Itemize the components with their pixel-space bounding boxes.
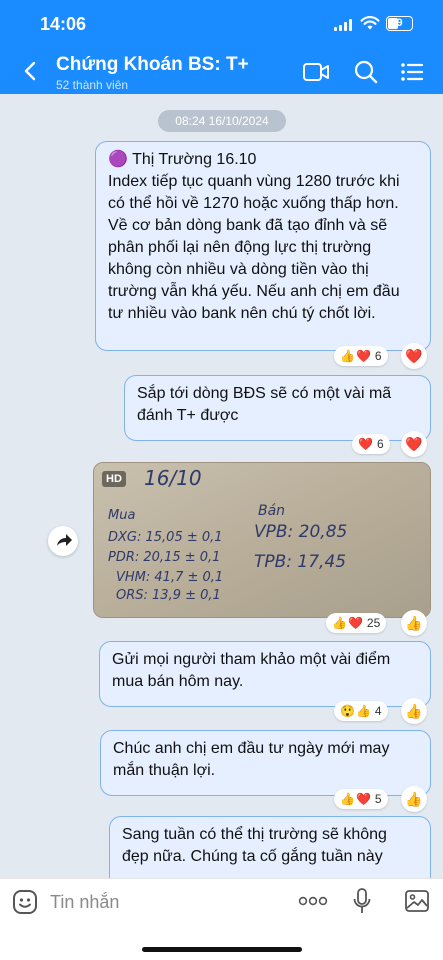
handwritten-note-image: 16/10 Mua DXG: 15,05 ± 0,1 PDR: 20,15 ± … bbox=[94, 463, 430, 617]
note-buy-line: PDR: 20,15 ± 0,1 bbox=[108, 550, 220, 565]
heart-reaction-icon: ❤️ bbox=[355, 349, 371, 363]
reaction-summary[interactable]: 👍 ❤️ 5 bbox=[334, 789, 388, 809]
heart-reaction-icon: ❤️ bbox=[347, 616, 363, 630]
microphone-icon[interactable] bbox=[352, 887, 372, 915]
reaction-summary[interactable]: 👍 ❤️ 25 bbox=[326, 613, 387, 633]
cellular-signal-icon bbox=[334, 19, 356, 31]
like-reaction-icon: 👍 bbox=[332, 616, 347, 630]
message-bubble[interactable]: Chúc anh chị em đầu tư ngày mới may mắn … bbox=[100, 730, 431, 796]
wifi-icon bbox=[360, 16, 380, 30]
image-message[interactable]: 16/10 Mua DXG: 15,05 ± 0,1 PDR: 20,15 ± … bbox=[93, 462, 431, 618]
heart-reaction-icon: ❤️ bbox=[358, 437, 373, 451]
message-bubble[interactable]: Sang tuần có thể thị trường sẽ không đẹp… bbox=[109, 816, 431, 878]
like-reaction-icon: 👍 bbox=[340, 792, 355, 806]
like-react-button[interactable]: 👍 bbox=[401, 786, 427, 812]
message-bubble[interactable]: Gửi mọi người tham khảo một vài điểm mua… bbox=[99, 641, 431, 707]
reaction-count: 5 bbox=[374, 792, 382, 806]
back-arrow-icon[interactable] bbox=[20, 60, 42, 82]
note-sell-line: VPB: 20,85 bbox=[254, 522, 347, 542]
status-bar: 14:06 9 bbox=[0, 0, 443, 50]
heart-reaction-icon: ❤️ bbox=[355, 792, 371, 806]
note-sell-line: TPB: 17,45 bbox=[254, 552, 346, 572]
note-date: 16/10 bbox=[144, 466, 202, 490]
message-bubble[interactable]: Sắp tới dòng BĐS sẽ có một vài mã đánh T… bbox=[124, 375, 431, 441]
message-bubble[interactable]: 🟣 Thị Trường 16.10 Index tiếp tục quanh … bbox=[95, 141, 431, 351]
heart-react-button[interactable]: ❤️ bbox=[401, 431, 427, 457]
battery-level: 9 bbox=[396, 17, 403, 29]
menu-list-icon[interactable] bbox=[398, 59, 426, 85]
note-buy-label: Mua bbox=[108, 508, 135, 523]
like-reaction-icon: 👍 bbox=[355, 704, 371, 718]
date-separator: 08:24 16/10/2024 bbox=[158, 110, 286, 132]
video-call-icon[interactable] bbox=[302, 59, 330, 85]
like-reaction-icon: 👍 bbox=[340, 349, 355, 363]
surprised-reaction-icon: 😲 bbox=[340, 704, 355, 718]
chat-header: Chứng Khoán BS: T+ 52 thành viên bbox=[0, 50, 443, 94]
reaction-summary[interactable]: ❤️ 6 bbox=[352, 434, 390, 454]
note-sell-label: Bán bbox=[258, 503, 285, 519]
status-time: 14:06 bbox=[40, 14, 87, 34]
battery-icon: 9 bbox=[386, 16, 413, 31]
image-picker-icon[interactable] bbox=[404, 889, 430, 913]
like-react-button[interactable]: 👍 bbox=[401, 698, 427, 724]
reaction-count: 25 bbox=[366, 616, 381, 630]
message-input[interactable] bbox=[50, 887, 270, 917]
reaction-summary[interactable]: 😲 👍 4 bbox=[334, 701, 388, 721]
note-buy-line: DXG: 15,05 ± 0,1 bbox=[108, 530, 223, 545]
reaction-count: 6 bbox=[376, 437, 384, 451]
reaction-count: 4 bbox=[374, 704, 382, 718]
message-input-bar bbox=[0, 878, 443, 960]
home-indicator bbox=[142, 947, 302, 952]
member-count[interactable]: 52 thành viên bbox=[56, 78, 128, 92]
heart-react-button[interactable]: ❤️ bbox=[401, 343, 427, 369]
more-options-icon[interactable] bbox=[298, 891, 328, 911]
reaction-summary[interactable]: 👍 ❤️ 6 bbox=[334, 346, 388, 366]
search-icon[interactable] bbox=[352, 59, 380, 85]
share-forward-icon[interactable] bbox=[48, 526, 78, 556]
chat-title[interactable]: Chứng Khoán BS: T+ bbox=[56, 54, 249, 76]
like-react-button[interactable]: 👍 bbox=[401, 610, 427, 636]
sticker-icon[interactable] bbox=[12, 889, 38, 915]
hd-badge: HD bbox=[102, 471, 126, 487]
note-buy-line: VHM: 41,7 ± 0,1 bbox=[116, 570, 223, 585]
message-list[interactable]: 08:24 16/10/2024 🟣 Thị Trường 16.10 Inde… bbox=[0, 94, 443, 878]
note-buy-line: ORS: 13,9 ± 0,1 bbox=[116, 588, 221, 603]
reaction-count: 6 bbox=[374, 349, 382, 363]
